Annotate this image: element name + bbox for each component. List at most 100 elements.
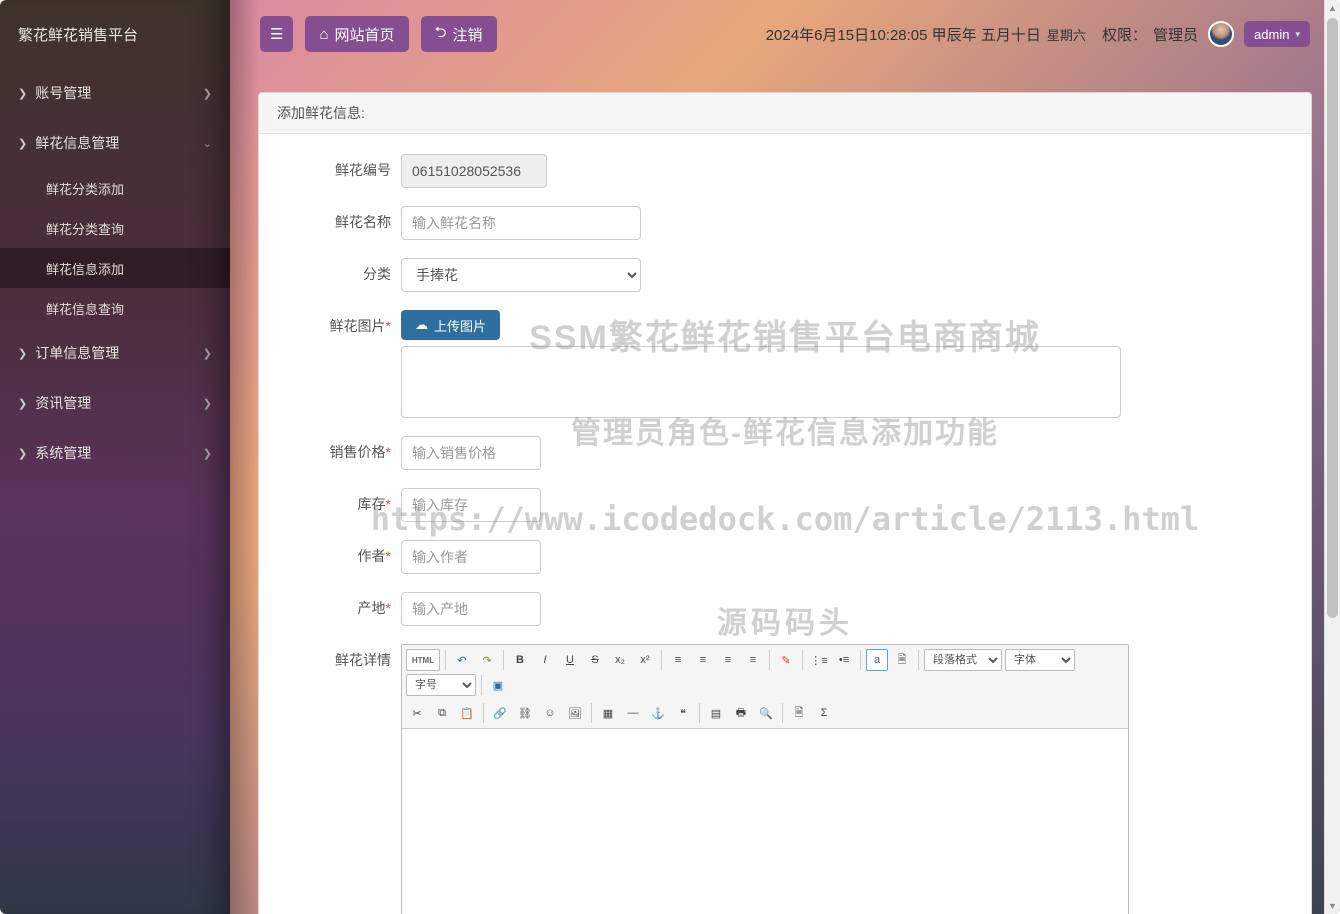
editor-ol-button[interactable]: ⋮≡ xyxy=(808,649,830,671)
role-value: 管理员 xyxy=(1153,24,1198,45)
field-label: 鲜花名称 xyxy=(335,214,391,230)
editor-underline-button[interactable]: U xyxy=(559,649,581,671)
editor-format-select[interactable]: 段落格式 xyxy=(924,649,1002,671)
field-label: 库存 xyxy=(358,496,386,512)
username: admin xyxy=(1254,27,1289,42)
hamburger-icon: ☰ xyxy=(270,25,283,43)
category-select[interactable]: 手捧花 xyxy=(401,258,641,292)
stock-input[interactable] xyxy=(401,488,541,522)
home-button[interactable]: ⌂ 网站首页 xyxy=(305,16,408,52)
form-card: 添加鲜花信息: 鲜花编号 鲜花名称 分类 手捧花 xyxy=(258,92,1312,914)
upload-image-button[interactable]: ☁ 上传图片 xyxy=(401,310,500,340)
field-label: 鲜花编号 xyxy=(335,162,391,178)
editor-html-button[interactable]: HTML xyxy=(406,649,440,671)
home-icon: ⌂ xyxy=(319,26,328,43)
scroll-down-icon[interactable]: ▼ xyxy=(1325,898,1340,914)
chevron-right-icon: ❯ xyxy=(203,347,212,360)
editor-body[interactable] xyxy=(402,729,1128,914)
editor-image-button[interactable]: 🖼 xyxy=(564,702,586,724)
editor-align-justify-button[interactable]: ≡ xyxy=(742,649,764,671)
chevron-down-icon: ▾ xyxy=(1295,29,1300,40)
sidebar-item-label: 鲜花信息添加 xyxy=(46,259,124,278)
button-label: 注销 xyxy=(453,24,483,45)
editor-quote-button[interactable]: ❝ xyxy=(672,702,694,724)
datetime-text: 2024年6月15日10:28:05 甲辰年 五月十日 xyxy=(766,24,1041,45)
sidebar-sub-flower-add[interactable]: 鲜花信息添加 xyxy=(0,248,230,288)
chevron-down-icon: ⌄ xyxy=(203,137,212,150)
scrollbar[interactable]: ▲ ▼ xyxy=(1324,0,1340,914)
editor-align-left-button[interactable]: ≡ xyxy=(667,649,689,671)
rich-text-editor: HTML ↶ ↷ B I U S x₂ x² xyxy=(401,644,1129,914)
field-label: 分类 xyxy=(363,266,391,282)
avatar[interactable] xyxy=(1208,21,1234,47)
editor-doc-button[interactable]: 🗎 xyxy=(788,702,810,724)
editor-redo-button[interactable]: ↷ xyxy=(476,649,498,671)
chevron-right-icon: ❯ xyxy=(203,87,212,100)
field-label: 销售价格 xyxy=(330,444,386,460)
editor-code-button[interactable]: ▤ xyxy=(705,702,727,724)
scroll-up-icon[interactable]: ▲ xyxy=(1325,0,1340,16)
editor-hr-button[interactable]: — xyxy=(622,702,644,724)
sidebar-item-label: 鲜花信息查询 xyxy=(46,299,124,318)
editor-clean-button[interactable]: 🗎 xyxy=(891,649,913,671)
sidebar-item-system[interactable]: ❯ 系统管理 ❯ xyxy=(0,428,230,478)
sidebar-item-account[interactable]: ❯ 账号管理 ❯ xyxy=(0,68,230,118)
user-menu[interactable]: admin ▾ xyxy=(1244,21,1310,47)
editor-font-button[interactable]: a xyxy=(866,649,888,671)
editor-unlink-button[interactable]: ⛓ xyxy=(514,702,536,724)
scroll-thumb[interactable] xyxy=(1327,18,1338,618)
sidebar-item-flower[interactable]: ❯ 鲜花信息管理 ⌄ xyxy=(0,118,230,168)
chevron-right-icon: ❯ xyxy=(203,447,212,460)
editor-print-button[interactable]: 🖶 xyxy=(730,702,752,724)
brand-title: 繁花鲜花销售平台 xyxy=(0,0,230,68)
sidebar-item-label: 鲜花分类添加 xyxy=(46,179,124,198)
editor-ul-button[interactable]: •≡ xyxy=(833,649,855,671)
editor-sigma-button[interactable]: Σ xyxy=(813,702,835,724)
button-label: 上传图片 xyxy=(434,316,486,335)
content-area: ☰ ⌂ 网站首页 ⮌ 注销 2024年6月15日10:28:05 甲辰年 五月十… xyxy=(230,0,1340,914)
sidebar-sub-cat-query[interactable]: 鲜花分类查询 xyxy=(0,208,230,248)
cloud-upload-icon: ☁ xyxy=(415,317,428,333)
editor-strike-button[interactable]: S xyxy=(584,649,606,671)
sidebar-item-order[interactable]: ❯ 订单信息管理 ❯ xyxy=(0,328,230,378)
editor-copy-button[interactable]: ⧉ xyxy=(431,702,453,724)
field-label: 鲜花图片 xyxy=(330,318,386,334)
chevron-right-icon: ❯ xyxy=(18,87,27,100)
toggle-sidebar-button[interactable]: ☰ xyxy=(260,16,293,52)
sidebar-item-label: 订单信息管理 xyxy=(35,343,119,363)
editor-align-center-button[interactable]: ≡ xyxy=(692,649,714,671)
sidebar-item-label: 鲜花分类查询 xyxy=(46,219,124,238)
card-title: 添加鲜花信息: xyxy=(259,93,1311,134)
topbar: ☰ ⌂ 网站首页 ⮌ 注销 2024年6月15日10:28:05 甲辰年 五月十… xyxy=(230,0,1340,68)
author-input[interactable] xyxy=(401,540,541,574)
editor-emoji-button[interactable]: ☺ xyxy=(539,702,561,724)
chevron-right-icon: ❯ xyxy=(18,137,27,150)
editor-sub-button[interactable]: x₂ xyxy=(609,649,631,671)
field-label: 产地 xyxy=(358,600,386,616)
sidebar-item-news[interactable]: ❯ 资讯管理 ❯ xyxy=(0,378,230,428)
editor-italic-button[interactable]: I xyxy=(534,649,556,671)
editor-fullscreen-button[interactable]: ▣ xyxy=(487,674,509,696)
sidebar-sub-flower-query[interactable]: 鲜花信息查询 xyxy=(0,288,230,328)
editor-table-button[interactable]: ▦ xyxy=(597,702,619,724)
price-input[interactable] xyxy=(401,436,541,470)
editor-cut-button[interactable]: ✂ xyxy=(406,702,428,724)
editor-undo-button[interactable]: ↶ xyxy=(451,649,473,671)
editor-zoom-button[interactable]: 🔍 xyxy=(755,702,777,724)
origin-input[interactable] xyxy=(401,592,541,626)
weekday-text: 星期六 xyxy=(1047,25,1086,44)
editor-anchor-button[interactable]: ⚓ xyxy=(647,702,669,724)
sidebar-sub-cat-add[interactable]: 鲜花分类添加 xyxy=(0,168,230,208)
editor-color-button[interactable]: ✎ xyxy=(775,649,797,671)
editor-sup-button[interactable]: x² xyxy=(634,649,656,671)
editor-bold-button[interactable]: B xyxy=(509,649,531,671)
role-label: 权限： xyxy=(1102,24,1147,45)
editor-size-select[interactable]: 字号 xyxy=(406,674,476,696)
editor-link-button[interactable]: 🔗 xyxy=(489,702,511,724)
editor-paste-button[interactable]: 📋 xyxy=(456,702,478,724)
flower-name-input[interactable] xyxy=(401,206,641,240)
logout-button[interactable]: ⮌ 注销 xyxy=(421,16,497,52)
editor-font-select[interactable]: 字体 xyxy=(1005,649,1075,671)
editor-align-right-button[interactable]: ≡ xyxy=(717,649,739,671)
sidebar-item-label: 鲜花信息管理 xyxy=(35,133,119,153)
